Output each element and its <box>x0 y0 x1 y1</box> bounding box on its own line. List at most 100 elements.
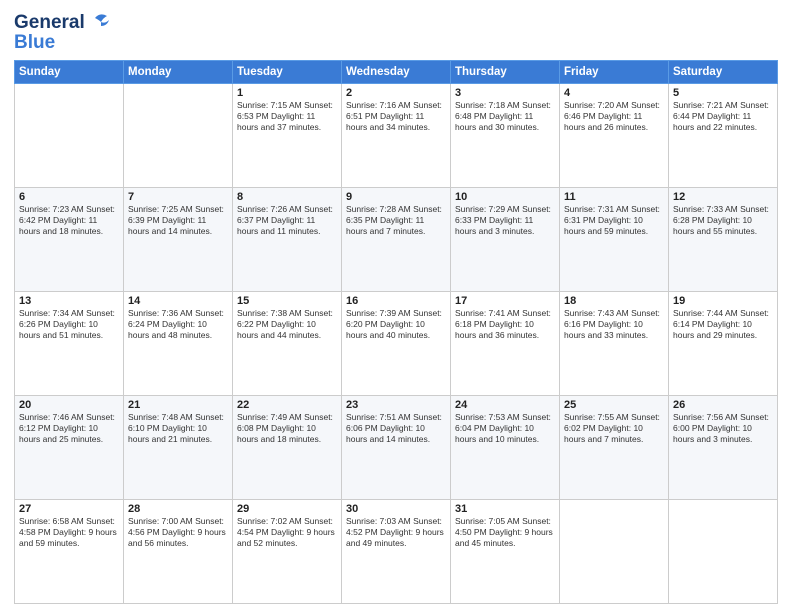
calendar-cell: 3Sunrise: 7:18 AM Sunset: 6:48 PM Daylig… <box>451 84 560 188</box>
day-detail: Sunrise: 7:21 AM Sunset: 6:44 PM Dayligh… <box>673 100 773 133</box>
calendar-cell: 15Sunrise: 7:38 AM Sunset: 6:22 PM Dayli… <box>233 292 342 396</box>
calendar-cell: 11Sunrise: 7:31 AM Sunset: 6:31 PM Dayli… <box>560 188 669 292</box>
calendar-cell: 10Sunrise: 7:29 AM Sunset: 6:33 PM Dayli… <box>451 188 560 292</box>
day-number: 27 <box>19 503 119 515</box>
calendar-cell: 1Sunrise: 7:15 AM Sunset: 6:53 PM Daylig… <box>233 84 342 188</box>
calendar-cell: 4Sunrise: 7:20 AM Sunset: 6:46 PM Daylig… <box>560 84 669 188</box>
day-number: 6 <box>19 191 119 203</box>
day-number: 9 <box>346 191 446 203</box>
calendar-cell: 25Sunrise: 7:55 AM Sunset: 6:02 PM Dayli… <box>560 396 669 500</box>
day-detail: Sunrise: 7:28 AM Sunset: 6:35 PM Dayligh… <box>346 204 446 237</box>
day-number: 30 <box>346 503 446 515</box>
day-detail: Sunrise: 7:18 AM Sunset: 6:48 PM Dayligh… <box>455 100 555 133</box>
calendar-week-row: 6Sunrise: 7:23 AM Sunset: 6:42 PM Daylig… <box>15 188 778 292</box>
day-number: 16 <box>346 295 446 307</box>
day-detail: Sunrise: 6:58 AM Sunset: 4:58 PM Dayligh… <box>19 516 119 549</box>
day-detail: Sunrise: 7:31 AM Sunset: 6:31 PM Dayligh… <box>564 204 664 237</box>
calendar-cell: 29Sunrise: 7:02 AM Sunset: 4:54 PM Dayli… <box>233 500 342 604</box>
day-number: 25 <box>564 399 664 411</box>
day-number: 3 <box>455 87 555 99</box>
calendar-cell <box>560 500 669 604</box>
calendar-table: SundayMondayTuesdayWednesdayThursdayFrid… <box>14 60 778 604</box>
calendar-cell: 30Sunrise: 7:03 AM Sunset: 4:52 PM Dayli… <box>342 500 451 604</box>
day-number: 11 <box>564 191 664 203</box>
day-detail: Sunrise: 7:41 AM Sunset: 6:18 PM Dayligh… <box>455 308 555 341</box>
day-header-sunday: Sunday <box>15 61 124 84</box>
day-detail: Sunrise: 7:44 AM Sunset: 6:14 PM Dayligh… <box>673 308 773 341</box>
calendar-cell: 17Sunrise: 7:41 AM Sunset: 6:18 PM Dayli… <box>451 292 560 396</box>
day-number: 19 <box>673 295 773 307</box>
day-number: 26 <box>673 399 773 411</box>
logo: General Blue <box>14 10 113 54</box>
day-detail: Sunrise: 7:39 AM Sunset: 6:20 PM Dayligh… <box>346 308 446 341</box>
calendar-cell: 19Sunrise: 7:44 AM Sunset: 6:14 PM Dayli… <box>669 292 778 396</box>
day-number: 29 <box>237 503 337 515</box>
day-detail: Sunrise: 7:34 AM Sunset: 6:26 PM Dayligh… <box>19 308 119 341</box>
day-detail: Sunrise: 7:43 AM Sunset: 6:16 PM Dayligh… <box>564 308 664 341</box>
day-detail: Sunrise: 7:56 AM Sunset: 6:00 PM Dayligh… <box>673 412 773 445</box>
calendar-cell: 7Sunrise: 7:25 AM Sunset: 6:39 PM Daylig… <box>124 188 233 292</box>
day-number: 22 <box>237 399 337 411</box>
day-number: 5 <box>673 87 773 99</box>
day-number: 4 <box>564 87 664 99</box>
day-number: 13 <box>19 295 119 307</box>
calendar-week-row: 13Sunrise: 7:34 AM Sunset: 6:26 PM Dayli… <box>15 292 778 396</box>
calendar-week-row: 1Sunrise: 7:15 AM Sunset: 6:53 PM Daylig… <box>15 84 778 188</box>
day-detail: Sunrise: 7:29 AM Sunset: 6:33 PM Dayligh… <box>455 204 555 237</box>
calendar-cell: 13Sunrise: 7:34 AM Sunset: 6:26 PM Dayli… <box>15 292 124 396</box>
calendar-cell: 23Sunrise: 7:51 AM Sunset: 6:06 PM Dayli… <box>342 396 451 500</box>
day-detail: Sunrise: 7:55 AM Sunset: 6:02 PM Dayligh… <box>564 412 664 445</box>
day-number: 20 <box>19 399 119 411</box>
logo-bird-icon <box>87 10 113 36</box>
calendar-cell <box>124 84 233 188</box>
day-number: 23 <box>346 399 446 411</box>
calendar-cell: 21Sunrise: 7:48 AM Sunset: 6:10 PM Dayli… <box>124 396 233 500</box>
day-number: 17 <box>455 295 555 307</box>
day-detail: Sunrise: 7:23 AM Sunset: 6:42 PM Dayligh… <box>19 204 119 237</box>
day-number: 12 <box>673 191 773 203</box>
day-detail: Sunrise: 7:15 AM Sunset: 6:53 PM Dayligh… <box>237 100 337 133</box>
day-detail: Sunrise: 7:46 AM Sunset: 6:12 PM Dayligh… <box>19 412 119 445</box>
calendar-cell: 2Sunrise: 7:16 AM Sunset: 6:51 PM Daylig… <box>342 84 451 188</box>
calendar-cell: 27Sunrise: 6:58 AM Sunset: 4:58 PM Dayli… <box>15 500 124 604</box>
day-detail: Sunrise: 7:05 AM Sunset: 4:50 PM Dayligh… <box>455 516 555 549</box>
calendar-cell: 9Sunrise: 7:28 AM Sunset: 6:35 PM Daylig… <box>342 188 451 292</box>
calendar-cell: 14Sunrise: 7:36 AM Sunset: 6:24 PM Dayli… <box>124 292 233 396</box>
day-header-tuesday: Tuesday <box>233 61 342 84</box>
day-detail: Sunrise: 7:03 AM Sunset: 4:52 PM Dayligh… <box>346 516 446 549</box>
day-number: 15 <box>237 295 337 307</box>
day-number: 18 <box>564 295 664 307</box>
logo-general: General <box>14 12 85 34</box>
day-detail: Sunrise: 7:53 AM Sunset: 6:04 PM Dayligh… <box>455 412 555 445</box>
page-container: General Blue SundayMondayTuesdayWednesda… <box>0 0 792 612</box>
day-header-thursday: Thursday <box>451 61 560 84</box>
day-number: 1 <box>237 87 337 99</box>
calendar-cell: 8Sunrise: 7:26 AM Sunset: 6:37 PM Daylig… <box>233 188 342 292</box>
calendar-cell: 28Sunrise: 7:00 AM Sunset: 4:56 PM Dayli… <box>124 500 233 604</box>
calendar-week-row: 27Sunrise: 6:58 AM Sunset: 4:58 PM Dayli… <box>15 500 778 604</box>
calendar-cell: 22Sunrise: 7:49 AM Sunset: 6:08 PM Dayli… <box>233 396 342 500</box>
logo-blue: Blue <box>14 32 55 54</box>
header: General Blue <box>14 10 778 54</box>
day-number: 31 <box>455 503 555 515</box>
day-detail: Sunrise: 7:48 AM Sunset: 6:10 PM Dayligh… <box>128 412 228 445</box>
day-number: 28 <box>128 503 228 515</box>
day-number: 8 <box>237 191 337 203</box>
calendar-cell: 24Sunrise: 7:53 AM Sunset: 6:04 PM Dayli… <box>451 396 560 500</box>
day-number: 21 <box>128 399 228 411</box>
calendar-cell: 16Sunrise: 7:39 AM Sunset: 6:20 PM Dayli… <box>342 292 451 396</box>
calendar-cell <box>15 84 124 188</box>
day-detail: Sunrise: 7:38 AM Sunset: 6:22 PM Dayligh… <box>237 308 337 341</box>
day-header-monday: Monday <box>124 61 233 84</box>
calendar-cell <box>669 500 778 604</box>
calendar-cell: 20Sunrise: 7:46 AM Sunset: 6:12 PM Dayli… <box>15 396 124 500</box>
day-header-friday: Friday <box>560 61 669 84</box>
day-number: 2 <box>346 87 446 99</box>
day-header-saturday: Saturday <box>669 61 778 84</box>
calendar-cell: 12Sunrise: 7:33 AM Sunset: 6:28 PM Dayli… <box>669 188 778 292</box>
calendar-week-row: 20Sunrise: 7:46 AM Sunset: 6:12 PM Dayli… <box>15 396 778 500</box>
day-detail: Sunrise: 7:33 AM Sunset: 6:28 PM Dayligh… <box>673 204 773 237</box>
day-detail: Sunrise: 7:16 AM Sunset: 6:51 PM Dayligh… <box>346 100 446 133</box>
day-detail: Sunrise: 7:26 AM Sunset: 6:37 PM Dayligh… <box>237 204 337 237</box>
day-number: 14 <box>128 295 228 307</box>
